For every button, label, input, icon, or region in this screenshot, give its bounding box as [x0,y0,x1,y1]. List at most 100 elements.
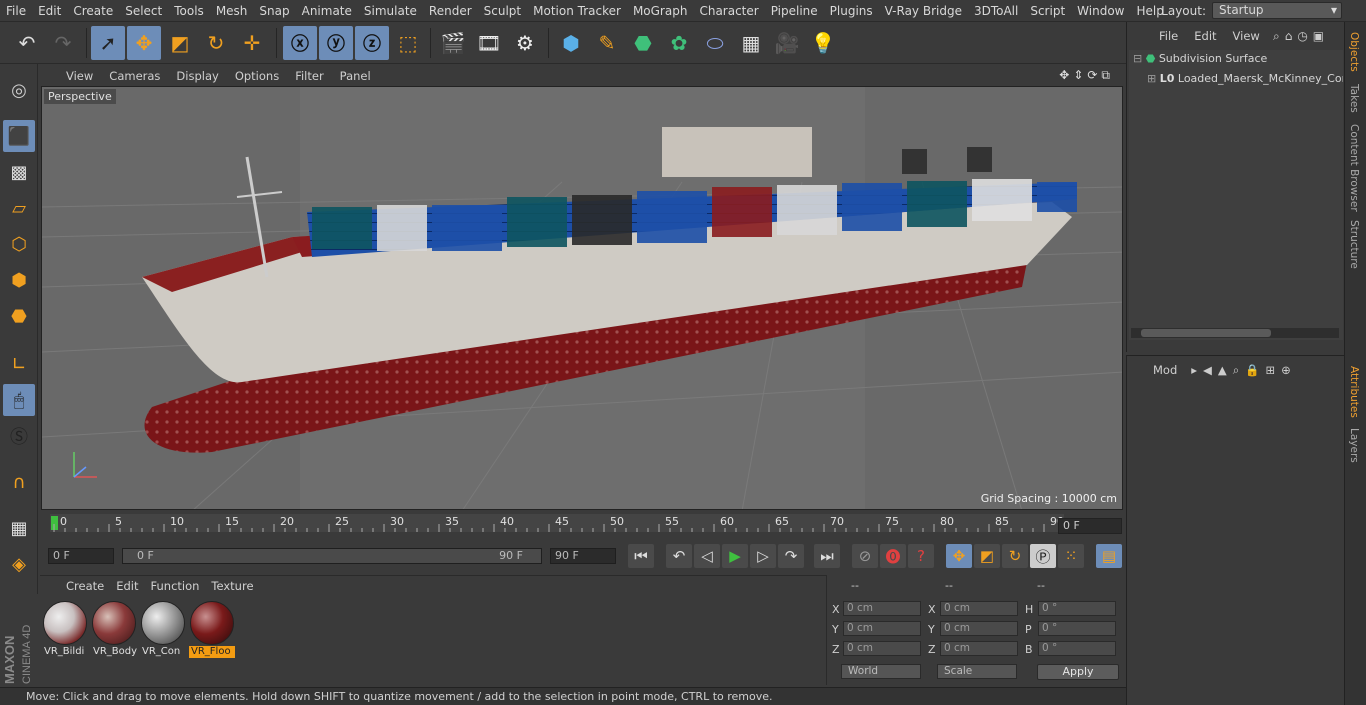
size-z-field[interactable]: 0 cm [940,641,1018,656]
rotation-b-field[interactable]: 0 ° [1038,641,1116,656]
menu-pipeline[interactable]: Pipeline [765,0,824,22]
rotate-tool-icon[interactable]: ↻ [199,26,233,60]
menu-file[interactable]: File [0,0,32,22]
material-menu-edit[interactable]: Edit [110,579,144,593]
viewport-menu-options[interactable]: Options [227,69,287,83]
key-rotation-icon[interactable]: ↻ [1002,544,1028,568]
magnet-icon[interactable]: ∩ [3,466,35,498]
previous-keyframe-icon[interactable]: ↶ [666,544,692,568]
tree-item-subdivision-surface[interactable]: ⊟ ⬣ Subdivision Surface [1133,52,1267,70]
viewport-menu-cameras[interactable]: Cameras [101,69,168,83]
menu-motion-tracker[interactable]: Motion Tracker [527,0,627,22]
menu-create[interactable]: Create [67,0,119,22]
position-z-field[interactable]: 0 cm [843,641,921,656]
material-menu-function[interactable]: Function [145,579,206,593]
redo-icon[interactable]: ↷ [46,26,80,60]
cube-primitive-icon[interactable]: ⬢ [554,26,588,60]
undo-icon[interactable]: ↶ [10,26,44,60]
coordinate-space-dropdown[interactable]: World [841,664,921,679]
play-icon[interactable]: ▶ [722,544,748,568]
material-swatch[interactable]: VR_Con [140,600,186,658]
key-scale-icon[interactable]: ◩ [974,544,1000,568]
keyframe-selection-icon[interactable]: ? [908,544,934,568]
object-menu-view[interactable]: View [1225,29,1268,43]
floor-environment-icon[interactable]: ▦ [734,26,768,60]
tab-objects[interactable]: Objects [1348,32,1360,72]
x-axis-icon[interactable]: ⓧ [283,26,317,60]
transform-tool-icon[interactable]: ✛ [235,26,269,60]
tree-item-loaded-model[interactable]: ⊞ L0 Loaded_Maersk_McKinney_Conta [1147,72,1343,90]
next-frame-icon[interactable]: ▷ [750,544,776,568]
size-y-field[interactable]: 0 cm [940,621,1018,636]
rotation-h-field[interactable]: 0 ° [1038,601,1116,616]
next-keyframe-icon[interactable]: ↷ [778,544,804,568]
viewport-navigation-icons[interactable]: ✥⇕⟳⧉ [1059,68,1114,83]
z-axis-icon[interactable]: ⓩ [355,26,389,60]
menu-select[interactable]: Select [119,0,168,22]
polygons-mode-icon[interactable]: ⬣ [3,300,35,332]
menu-animate[interactable]: Animate [296,0,358,22]
current-frame-field[interactable]: 0 F [1058,518,1122,534]
planar-workplane-icon[interactable]: ◈ [3,548,35,580]
position-y-field[interactable]: 0 cm [843,621,921,636]
object-manager-tool-icons[interactable]: ⌕⌂◷▣ [1273,29,1329,44]
scrollbar-thumb[interactable] [1141,329,1271,337]
preview-range-slider[interactable]: 0 F 90 F [122,548,542,564]
model-mode-icon[interactable]: ⬛ [3,120,35,152]
previous-frame-icon[interactable]: ◁ [694,544,720,568]
menu-script[interactable]: Script [1024,0,1071,22]
rotation-p-field[interactable]: 0 ° [1038,621,1116,636]
apply-button[interactable]: Apply [1037,664,1119,680]
position-x-field[interactable]: 0 cm [843,601,921,616]
record-disabled-icon[interactable]: ⊘ [852,544,878,568]
light-icon[interactable]: 💡 [806,26,840,60]
axis-mode-icon[interactable]: ∟ [3,348,35,380]
layout-dropdown[interactable]: Startup [1212,2,1342,19]
autokey-icon[interactable]: ⓿ [880,544,906,568]
edges-mode-icon[interactable]: ⬢ [3,264,35,296]
scale-tool-icon[interactable]: ◩ [163,26,197,60]
object-menu-file[interactable]: File [1151,29,1186,43]
timeline-ruler[interactable]: 0 5 10 15 20 25 30 35 40 45 50 55 60 65 70 75 80 85 90 [40,512,1126,540]
render-settings-icon[interactable]: ⚙ [508,26,542,60]
menu-3dtoall[interactable]: 3DToAll [968,0,1024,22]
tab-attributes[interactable]: Attributes [1348,366,1360,418]
go-to-end-icon[interactable]: ⏭ [814,544,840,568]
size-mode-dropdown[interactable]: Scale [937,664,1017,679]
material-swatch[interactable]: VR_Body [91,600,137,658]
camera-icon[interactable]: 🎥 [770,26,804,60]
viewport-menu-panel[interactable]: Panel [332,69,379,83]
locked-workplane-icon[interactable]: ▦ [3,512,35,544]
y-axis-icon[interactable]: ⓨ [319,26,353,60]
object-tree-scrollbar[interactable] [1131,328,1339,338]
menu-edit[interactable]: Edit [32,0,67,22]
object-menu-edit[interactable]: Edit [1186,29,1224,43]
select-cursor-icon[interactable]: ➚ [91,26,125,60]
make-editable-icon[interactable]: ◎ [3,74,35,106]
texture-mode-icon[interactable]: ▩ [3,156,35,188]
end-frame-field[interactable]: 90 F [550,548,616,564]
timeline-window-icon[interactable]: ▤ [1096,544,1122,568]
subdivision-generator-icon[interactable]: ⬣ [626,26,660,60]
menu-tools[interactable]: Tools [168,0,210,22]
menu-vray-bridge[interactable]: V-Ray Bridge [879,0,968,22]
material-menu-create[interactable]: Create [60,579,110,593]
tweak-mode-icon[interactable]: 🖱 [3,384,35,416]
menu-sculpt[interactable]: Sculpt [478,0,527,22]
menu-plugins[interactable]: Plugins [824,0,879,22]
tab-takes[interactable]: Takes [1348,84,1360,113]
tab-content-browser[interactable]: Content Browser [1348,124,1360,212]
coordinate-system-icon[interactable]: ⬚ [391,26,425,60]
material-swatch[interactable]: VR_Bildi [42,600,88,658]
key-position-icon[interactable]: ✥ [946,544,972,568]
pen-spline-icon[interactable]: ✎ [590,26,624,60]
viewport-menu-view[interactable]: View [58,69,101,83]
deformer-icon[interactable]: ⬭ [698,26,732,60]
menu-window[interactable]: Window [1071,0,1130,22]
menu-mesh[interactable]: Mesh [210,0,254,22]
start-frame-field[interactable]: 0 F [48,548,114,564]
render-picture-viewer-icon[interactable]: 🎞 [472,26,506,60]
viewport-menu-filter[interactable]: Filter [287,69,331,83]
move-tool-icon[interactable]: ✥ [127,26,161,60]
key-parameter-icon[interactable]: Ⓟ [1030,544,1056,568]
